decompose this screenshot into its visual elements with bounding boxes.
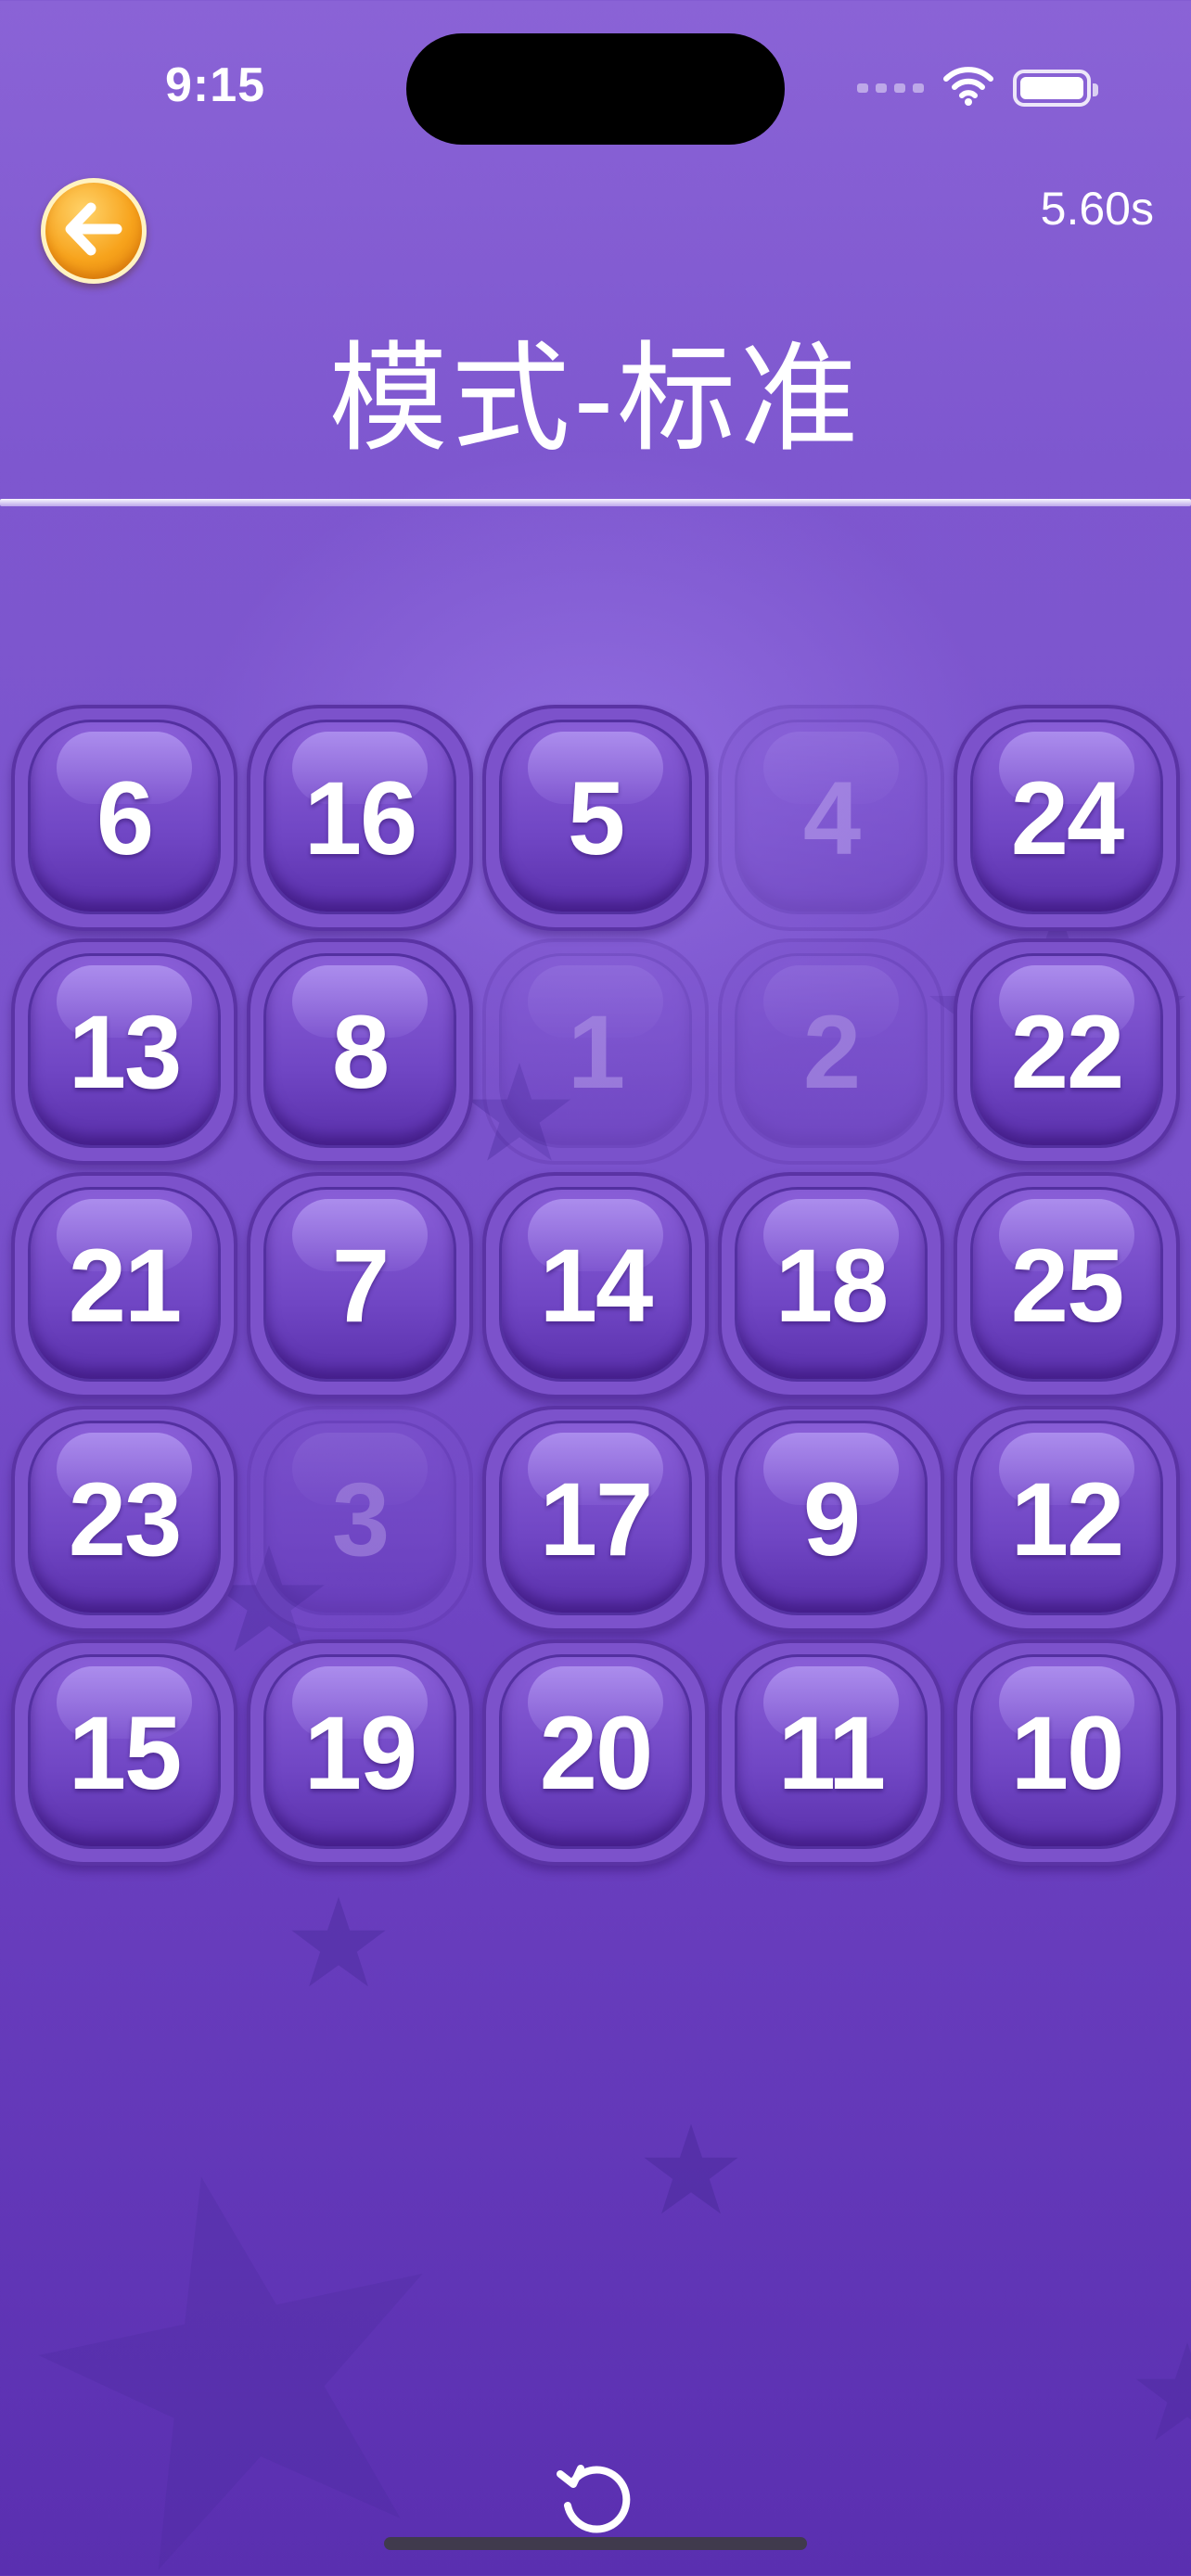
tile-number: 4 xyxy=(802,759,861,876)
tile-number: 6 xyxy=(96,759,154,876)
tile-number: 12 xyxy=(1010,1460,1125,1577)
number-tile[interactable]: 24 xyxy=(954,705,1180,931)
tile-number: 8 xyxy=(331,993,390,1110)
number-tile[interactable]: 8 xyxy=(247,938,473,1165)
background-star-icon xyxy=(640,2114,742,2225)
home-indicator xyxy=(384,2537,807,2550)
background-star-icon xyxy=(0,2151,482,2576)
tile-number: 20 xyxy=(539,1694,654,1811)
back-button[interactable] xyxy=(41,178,147,284)
number-tile[interactable]: 1 xyxy=(482,938,709,1165)
number-tile[interactable]: 18 xyxy=(718,1172,944,1398)
background-star-icon xyxy=(1132,2300,1191,2485)
number-tile[interactable]: 9 xyxy=(718,1406,944,1632)
number-tile[interactable]: 22 xyxy=(954,938,1180,1165)
header-divider xyxy=(0,499,1191,506)
number-tile[interactable]: 13 xyxy=(11,938,237,1165)
status-time: 9:15 xyxy=(165,58,266,112)
number-tile[interactable]: 4 xyxy=(718,705,944,931)
battery-icon xyxy=(1013,69,1098,107)
number-tile[interactable]: 10 xyxy=(954,1639,1180,1866)
tile-number: 16 xyxy=(303,759,418,876)
number-tile[interactable]: 11 xyxy=(718,1639,944,1866)
page-title: 模式-标准 xyxy=(328,333,863,465)
number-tile[interactable]: 3 xyxy=(247,1406,473,1632)
tile-number: 21 xyxy=(68,1227,183,1344)
tile-number: 15 xyxy=(68,1694,183,1811)
number-tile[interactable]: 23 xyxy=(11,1406,237,1632)
elapsed-timer: 5.60s xyxy=(1040,183,1154,235)
tile-number: 19 xyxy=(303,1694,418,1811)
restart-icon xyxy=(553,2454,638,2544)
number-tile[interactable]: 6 xyxy=(11,705,237,931)
tile-number: 23 xyxy=(68,1460,183,1577)
tile-number: 9 xyxy=(802,1460,861,1577)
tile-number: 3 xyxy=(331,1460,390,1577)
cellular-signal-icon xyxy=(857,83,924,93)
number-tile[interactable]: 12 xyxy=(954,1406,1180,1632)
number-grid: 6 16 5 4 24 13 8 1 2 22 21 7 14 18 25 23 3 17 9 12 15 19 20 11 1… xyxy=(11,705,1180,1866)
number-tile[interactable]: 20 xyxy=(482,1639,709,1866)
number-tile[interactable]: 7 xyxy=(247,1172,473,1398)
number-tile[interactable]: 2 xyxy=(718,938,944,1165)
number-tile[interactable]: 14 xyxy=(482,1172,709,1398)
restart-button[interactable] xyxy=(549,2452,642,2544)
tile-number: 7 xyxy=(331,1227,390,1344)
tile-number: 25 xyxy=(1010,1227,1125,1344)
tile-number: 11 xyxy=(777,1694,886,1811)
tile-number: 22 xyxy=(1010,993,1125,1110)
tile-number: 17 xyxy=(539,1460,654,1577)
back-arrow-icon xyxy=(63,202,124,261)
number-tile[interactable]: 15 xyxy=(11,1639,237,1866)
number-tile[interactable]: 16 xyxy=(247,705,473,931)
number-tile[interactable]: 25 xyxy=(954,1172,1180,1398)
number-tile[interactable]: 21 xyxy=(11,1172,237,1398)
number-tile[interactable]: 5 xyxy=(482,705,709,931)
tile-number: 24 xyxy=(1010,759,1125,876)
status-indicators xyxy=(857,65,1098,110)
tile-number: 10 xyxy=(1010,1694,1125,1811)
number-tile[interactable]: 19 xyxy=(247,1639,473,1866)
number-tile[interactable]: 17 xyxy=(482,1406,709,1632)
dynamic-island xyxy=(406,33,785,145)
tile-number: 18 xyxy=(775,1227,890,1344)
tile-number: 1 xyxy=(567,993,625,1110)
tile-number: 5 xyxy=(567,759,625,876)
tile-number: 13 xyxy=(68,993,183,1110)
background-star-icon xyxy=(288,1892,390,1994)
tile-number: 14 xyxy=(539,1227,654,1344)
tile-number: 2 xyxy=(802,993,861,1110)
wifi-icon xyxy=(942,65,994,110)
